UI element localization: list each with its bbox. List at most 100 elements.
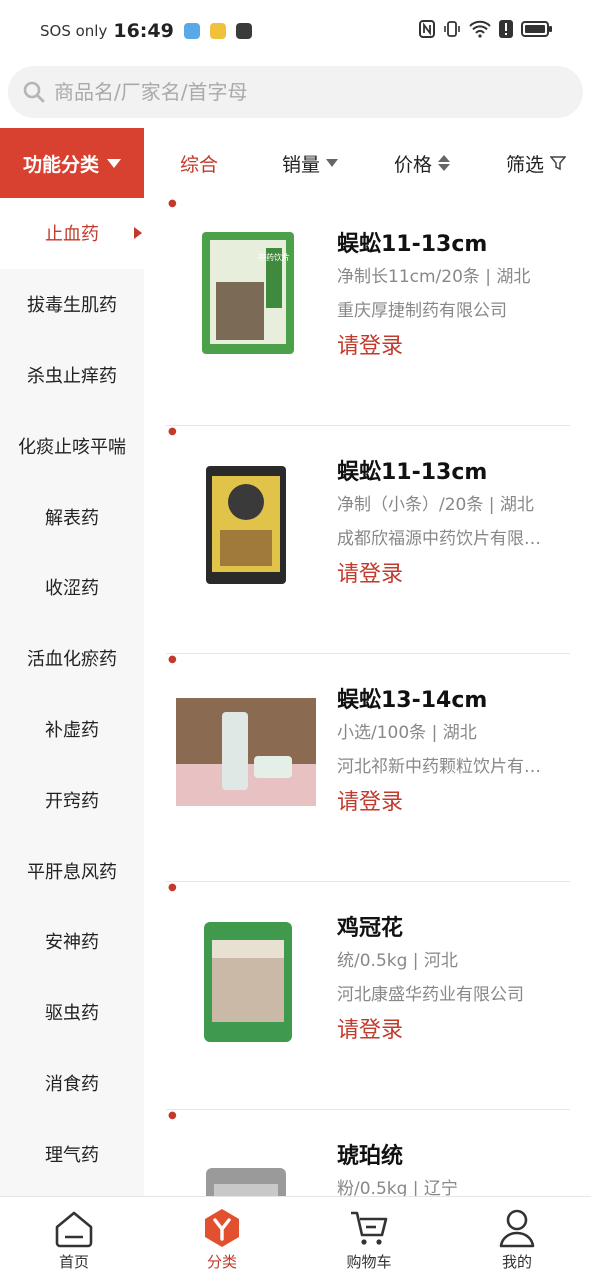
search-box[interactable] xyxy=(8,66,583,118)
product-spec: 净制长11cm/20条 | 湖北 xyxy=(337,267,531,287)
status-sos-text: SOS only xyxy=(40,22,108,40)
chevron-down-icon xyxy=(107,158,121,168)
login-prompt-link[interactable]: 请登录 xyxy=(337,1012,403,1044)
sidebar-item[interactable]: 安神药 xyxy=(0,906,144,977)
sidebar-item[interactable]: 补虚药 xyxy=(0,694,144,765)
sidebar-item-label: 解表药 xyxy=(45,507,99,529)
product-card[interactable]: ● 蜈蚣13-14cm 小选/100条 | 湖北 河北祁新中药颗粒饮片有限公司 … xyxy=(166,654,570,882)
product-list: 中药饮片 ● 蜈蚣11-13cm 净制长11cm/20条 | 湖北 重庆厚捷制药… xyxy=(166,198,570,1196)
nav-category-label: 分类 xyxy=(206,1253,237,1271)
sidebar-item-label: 开窍药 xyxy=(45,790,99,812)
sort-sales[interactable]: 销量 xyxy=(282,128,339,198)
product-name: 琥珀统 xyxy=(337,1144,404,1169)
nav-category[interactable]: 分类 xyxy=(162,1197,282,1281)
app-notification-icon xyxy=(183,23,200,39)
sort-price[interactable]: 价格 xyxy=(394,128,451,198)
status-bar: SOS only 16:49 xyxy=(0,0,591,66)
app-notification-icon xyxy=(235,23,252,39)
sidebar-item-label: 驱虫药 xyxy=(45,1003,99,1025)
sidebar-item-label: 消食药 xyxy=(45,1073,99,1095)
product-spec: 粉/0.5kg | 辽宁 xyxy=(337,1179,458,1196)
sidebar-item-label: 补虚药 xyxy=(45,719,99,741)
nfc-icon xyxy=(419,20,435,38)
nav-cart[interactable]: 购物车 xyxy=(309,1197,429,1281)
sidebar-item[interactable]: 止血药 xyxy=(0,198,144,269)
brand-logo-icon: ● xyxy=(168,882,177,893)
product-manufacturer: 河北康盛华药业有限公司 xyxy=(337,985,524,1005)
sort-sales-label: 销量 xyxy=(282,153,321,176)
product-image[interactable] xyxy=(166,440,326,610)
sidebar-item[interactable]: 理气药 xyxy=(0,1118,144,1189)
sidebar-item[interactable]: 拔毒生肌药 xyxy=(0,269,144,340)
sidebar-item-label: 安神药 xyxy=(45,932,99,954)
login-prompt-link[interactable]: 请登录 xyxy=(337,784,403,816)
sort-price-label: 价格 xyxy=(394,153,433,176)
sort-comprehensive[interactable]: 综合 xyxy=(180,128,218,198)
product-spec: 统/0.5kg | 河北 xyxy=(337,951,458,971)
app-notification-icon xyxy=(209,23,226,39)
sidebar-item-label: 活血化瘀药 xyxy=(27,649,117,671)
login-prompt-link[interactable]: 请登录 xyxy=(337,556,403,588)
status-time: 16:49 xyxy=(113,20,174,42)
nav-mine[interactable]: 我的 xyxy=(457,1197,577,1281)
sort-arrows-icon xyxy=(438,155,451,171)
sidebar-item-label: 收涩药 xyxy=(45,578,99,600)
svg-text:中药饮片: 中药饮片 xyxy=(258,252,290,262)
product-spec: 小选/100条 | 湖北 xyxy=(337,723,477,743)
triangle-right-icon xyxy=(134,227,142,239)
vibrate-icon xyxy=(444,21,460,37)
search-input[interactable] xyxy=(54,66,554,118)
sidebar-item[interactable]: 杀虫止痒药 xyxy=(0,340,144,411)
login-prompt-link[interactable]: 请登录 xyxy=(337,328,403,360)
sidebar-item-label: 拔毒生肌药 xyxy=(27,295,117,317)
product-name: 蜈蚣13-14cm xyxy=(337,688,488,713)
filter-icon xyxy=(550,156,567,171)
category-type-dropdown[interactable]: 功能分类 xyxy=(0,128,144,198)
sidebar-item[interactable]: 消食药 xyxy=(0,1048,144,1119)
search-icon xyxy=(23,81,45,103)
category-icon xyxy=(205,1209,239,1247)
product-card[interactable]: 中药饮片 ● 蜈蚣11-13cm 净制长11cm/20条 | 湖北 重庆厚捷制药… xyxy=(166,198,570,426)
sidebar-item-label: 平肝息风药 xyxy=(27,861,117,883)
category-sidebar: 止血药 拔毒生肌药 杀虫止痒药 化痰止咳平喘 解表药 收涩药 活血化瘀药 补虚药… xyxy=(0,198,144,1196)
brand-logo-icon: ● xyxy=(168,426,177,437)
alert-icon xyxy=(499,20,513,38)
sidebar-item-label: 杀虫止痒药 xyxy=(27,365,117,387)
sidebar-item[interactable]: 收涩药 xyxy=(0,552,144,623)
product-manufacturer: 成都欣福源中药饮片有限公司 xyxy=(337,529,557,549)
product-image[interactable] xyxy=(166,1124,326,1196)
sidebar-item-label: 化痰止咳平喘 xyxy=(18,436,126,458)
product-image[interactable]: 中药饮片 xyxy=(166,212,326,382)
category-type-label: 功能分类 xyxy=(22,153,99,176)
filter-label: 筛选 xyxy=(506,153,545,176)
product-card[interactable]: ● 鸡冠花 统/0.5kg | 河北 河北康盛华药业有限公司 请登录 xyxy=(166,882,570,1110)
sidebar-item-label: 止血药 xyxy=(45,224,99,246)
product-name: 鸡冠花 xyxy=(337,916,404,941)
sidebar-item[interactable]: 化痰止咳平喘 xyxy=(0,410,144,481)
brand-logo-icon: ● xyxy=(168,1110,177,1121)
sidebar-item[interactable]: 平肝息风药 xyxy=(0,835,144,906)
chevron-down-icon xyxy=(326,159,339,167)
product-manufacturer: 重庆厚捷制药有限公司 xyxy=(337,301,507,321)
product-name: 蜈蚣11-13cm xyxy=(337,232,488,257)
sidebar-item[interactable]: 开窍药 xyxy=(0,764,144,835)
nav-mine-label: 我的 xyxy=(501,1253,532,1271)
product-image[interactable] xyxy=(166,668,326,838)
nav-home-label: 首页 xyxy=(58,1253,89,1271)
sidebar-item[interactable]: 驱虫药 xyxy=(0,977,144,1048)
wifi-icon xyxy=(469,20,491,38)
filter-button[interactable]: 筛选 xyxy=(506,128,567,198)
product-spec: 净制（小条）/20条 | 湖北 xyxy=(337,495,534,515)
sidebar-item[interactable]: 解表药 xyxy=(0,481,144,552)
profile-icon xyxy=(499,1209,535,1248)
product-card[interactable]: ● 琥珀统 粉/0.5kg | 辽宁 xyxy=(166,1110,570,1196)
sidebar-item[interactable]: 活血化瘀药 xyxy=(0,623,144,694)
battery-icon xyxy=(521,21,552,37)
home-icon xyxy=(55,1211,93,1248)
brand-logo-icon: ● xyxy=(168,654,177,665)
product-card[interactable]: ● 蜈蚣11-13cm 净制（小条）/20条 | 湖北 成都欣福源中药饮片有限公… xyxy=(166,426,570,654)
nav-home[interactable]: 首页 xyxy=(14,1197,134,1281)
product-image[interactable] xyxy=(166,896,326,1066)
sort-comprehensive-label: 综合 xyxy=(180,153,219,176)
product-manufacturer: 河北祁新中药颗粒饮片有限公司 xyxy=(337,757,557,777)
